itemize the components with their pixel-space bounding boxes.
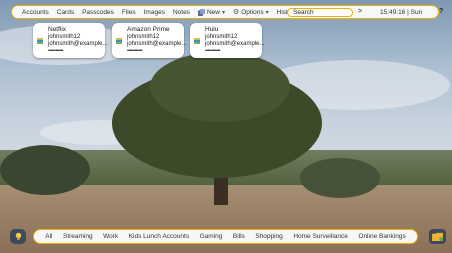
new-label: New (206, 8, 220, 16)
search-input[interactable] (287, 8, 353, 17)
account-username: johnsmith12 (205, 34, 238, 40)
clock-display: 15:49:16 | Sun (380, 9, 423, 16)
account-password: •••••••••••• (127, 48, 143, 54)
nav-images[interactable]: Images (144, 9, 165, 16)
options-dropdown[interactable]: ⚙ Options ▾ (232, 8, 269, 17)
lightbulb-icon (15, 232, 21, 240)
chevron-down-icon: ▾ (265, 9, 269, 16)
nav-files[interactable]: Files (122, 9, 136, 16)
category-bills[interactable]: Bills (233, 233, 245, 240)
nav-accounts[interactable]: Accounts (22, 9, 49, 16)
category-bar: All Streaming Work Kids Lunch Accounts G… (33, 229, 418, 244)
key-icon (37, 38, 43, 44)
category-all[interactable]: All (45, 233, 52, 240)
help-button[interactable]: ? (439, 8, 443, 15)
account-email: johnsmith@example... (127, 41, 187, 47)
account-name: Hulu (205, 26, 219, 33)
account-name: Netflix (48, 26, 67, 33)
category-kids-lunch-accounts[interactable]: Kids Lunch Accounts (129, 233, 189, 240)
nav-notes[interactable]: Notes (173, 9, 190, 16)
search-go-button[interactable]: > (358, 8, 362, 15)
account-card[interactable]: Amazon Prime johnsmith12 johnsmith@examp… (112, 23, 187, 58)
category-gaming[interactable]: Gaming (200, 233, 223, 240)
account-name: Amazon Prime (127, 26, 170, 33)
top-toolbar: Accounts Cards Passcodes Files Images No… (11, 5, 443, 19)
new-icon (197, 8, 205, 16)
nav-cards[interactable]: Cards (57, 9, 74, 16)
category-shopping[interactable]: Shopping (255, 233, 282, 240)
hedge (0, 145, 90, 195)
category-work[interactable]: Work (103, 233, 118, 240)
category-home-surveillance[interactable]: Home Surveillance (293, 233, 348, 240)
tree-canopy (150, 52, 290, 122)
key-icon (116, 38, 122, 44)
account-username: johnsmith12 (127, 34, 160, 40)
account-card[interactable]: Netflix johnsmith12 johnsmith@example...… (33, 23, 108, 58)
chevron-down-icon: ▾ (221, 9, 225, 16)
account-email: johnsmith@example... (48, 41, 108, 47)
account-username: johnsmith12 (48, 34, 81, 40)
new-dropdown[interactable]: New ▾ (197, 8, 225, 16)
account-card[interactable]: Hulu johnsmith12 johnsmith@example... ••… (190, 23, 265, 58)
hedge (300, 158, 380, 198)
nav-passcodes[interactable]: Passcodes (82, 9, 114, 16)
lightbulb-button[interactable] (10, 229, 26, 244)
gear-icon: ⚙ (232, 9, 240, 16)
options-label: Options (241, 8, 264, 16)
account-password: •••••••••••• (205, 48, 221, 54)
key-icon (194, 38, 200, 44)
folder-icon (432, 232, 443, 241)
category-streaming[interactable]: Streaming (63, 233, 93, 240)
account-email: johnsmith@example... (205, 41, 265, 47)
category-online-bankings[interactable]: Online Bankings (358, 233, 405, 240)
account-password: •••••••••••• (48, 48, 64, 54)
folder-button[interactable] (429, 229, 446, 244)
